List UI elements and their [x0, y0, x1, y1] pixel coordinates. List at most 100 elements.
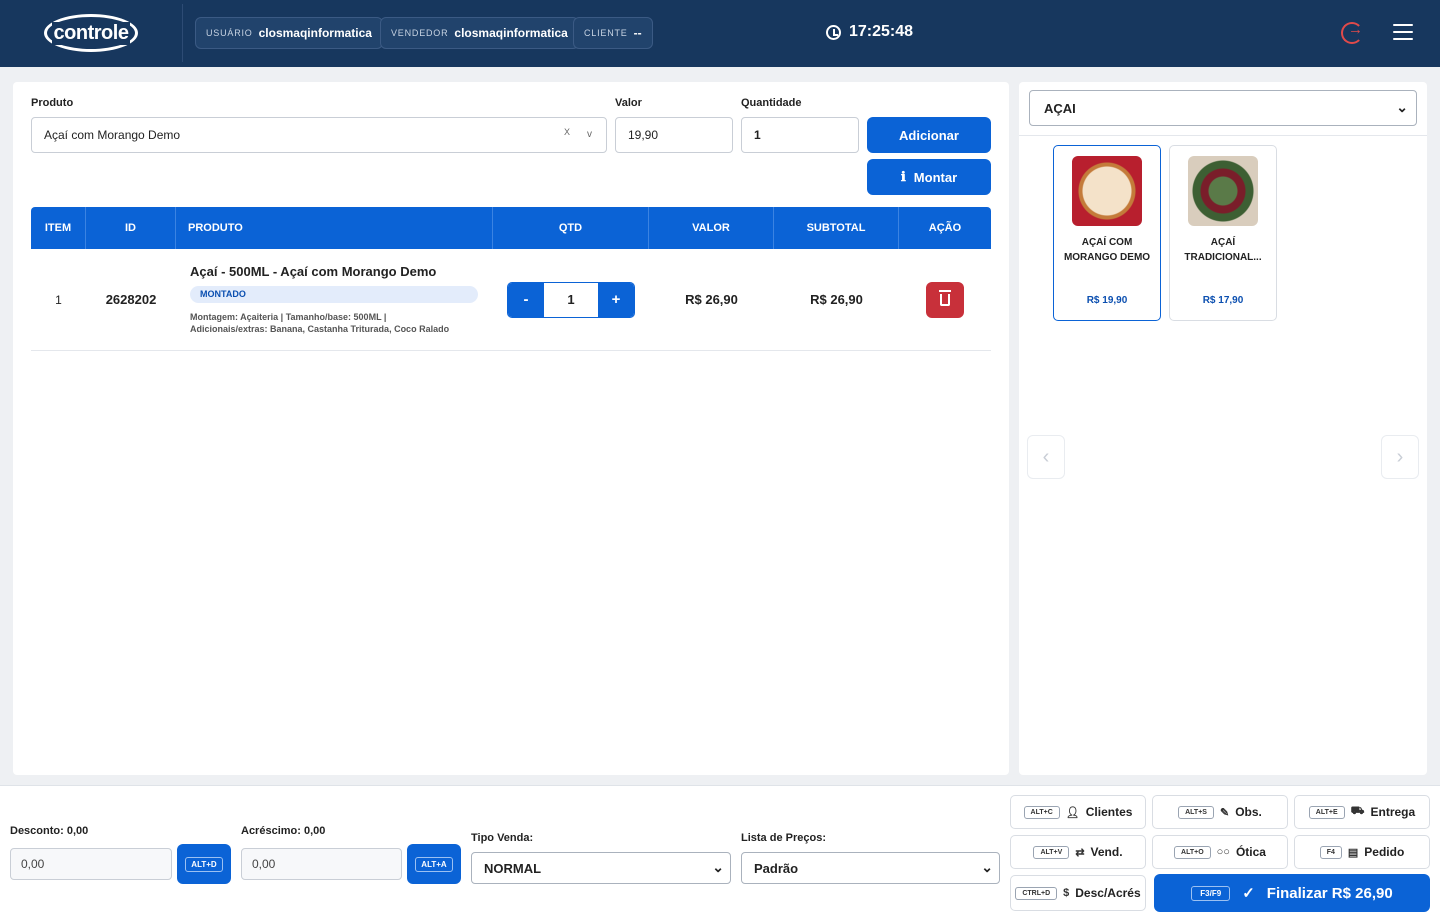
addition-label: Acréscimo: 0,00: [241, 825, 326, 837]
order-label: Pedido: [1364, 845, 1405, 859]
decrement-button[interactable]: -: [508, 282, 544, 317]
chevron-left-icon[interactable]: ‹: [1027, 435, 1065, 479]
seller-label: Vend.: [1090, 845, 1123, 859]
document-icon: ▤: [1347, 846, 1359, 859]
addition-button[interactable]: ALT+A: [407, 844, 461, 884]
sale-type-label: Tipo Venda:: [471, 832, 534, 844]
delivery-label: Entrega: [1370, 805, 1416, 819]
check-icon: ✓: [1242, 885, 1255, 902]
row-action: [899, 249, 991, 350]
row-value: R$ 26,90: [685, 292, 738, 307]
user-chip-key: USUÁRIO: [206, 28, 253, 38]
glasses-icon: ○○: [1216, 846, 1230, 858]
product-card-name: AÇAÍ COM MORANGO DEMO: [1063, 237, 1151, 263]
notes-button[interactable]: ALT+S ✎ Obs.: [1152, 795, 1288, 829]
clock-icon: [826, 24, 841, 40]
value-input[interactable]: 19,90: [615, 117, 733, 153]
quantity-label: Quantidade: [741, 97, 802, 109]
logout-icon[interactable]: [1341, 21, 1363, 44]
table-header: ITEM ID PRODUTO QTD VALOR SUBTOTAL AÇÃO: [31, 207, 991, 249]
increment-button[interactable]: +: [598, 282, 634, 317]
chevron-down-icon: ⌄: [712, 859, 724, 875]
col-qty: QTD: [493, 207, 649, 249]
product-label: Produto: [31, 97, 74, 109]
swap-icon: ⇄: [1075, 846, 1085, 859]
finalize-label: Finalizar R$ 26,90: [1266, 884, 1393, 902]
add-button[interactable]: Adicionar: [867, 117, 991, 153]
build-button-label: Montar: [913, 169, 958, 185]
col-product: PRODUTO: [176, 207, 493, 249]
optics-key: ALT+O: [1174, 845, 1211, 859]
quantity-stepper: - 1 +: [507, 281, 635, 318]
notes-key: ALT+S: [1178, 805, 1214, 819]
row-product-desc-line2: Adicionais/extras: Banana, Castanha Trit…: [190, 324, 450, 334]
clients-button[interactable]: ALT+C 👤︎ Clientes: [1010, 795, 1146, 829]
price-list-select[interactable]: Padrão ⌄: [741, 852, 1000, 884]
optics-button[interactable]: ALT+O ○○ Ótica: [1152, 835, 1288, 869]
chevron-right-icon[interactable]: ›: [1381, 435, 1419, 479]
optics-label: Ótica: [1235, 845, 1266, 859]
seller-key: ALT+V: [1033, 845, 1070, 859]
checkout-bar: Desconto: 0,00 0,00 ALT+D Acréscimo: 0,0…: [0, 785, 1440, 920]
clock-time: 17:25:48: [849, 23, 914, 40]
price-list-value: Padrão: [754, 860, 799, 876]
hamburger-menu-icon[interactable]: [1393, 24, 1413, 42]
user-icon: 👤︎: [1065, 806, 1080, 819]
product-image: [1188, 156, 1258, 226]
col-item: ITEM: [31, 207, 86, 249]
catalog-panel: AÇAI ⌄ AÇAÍ COM MORANGO DEMO R$ 19,90 AÇ…: [1019, 82, 1427, 775]
product-card-price: R$ 19,90: [1086, 295, 1128, 306]
addition-input[interactable]: 0,00: [241, 848, 402, 880]
sale-type-select[interactable]: NORMAL ⌄: [471, 852, 731, 884]
seller-chip[interactable]: VENDEDOR closmaqinformatica: [380, 17, 579, 49]
user-chip[interactable]: USUÁRIO closmaqinformatica: [195, 17, 383, 49]
col-subtotal: SUBTOTAL: [774, 207, 899, 249]
brand-logo[interactable]: controle: [44, 14, 138, 52]
chevron-down-icon[interactable]: v: [587, 129, 592, 140]
chevron-down-icon: ⌄: [981, 859, 993, 875]
discount-button[interactable]: ALT+D: [177, 844, 231, 884]
discount-input[interactable]: 0,00: [10, 848, 172, 880]
brand-logo-text: controle: [51, 21, 131, 45]
pencil-icon: ✎: [1219, 806, 1230, 819]
finalize-key: F3/F9: [1191, 885, 1231, 901]
category-select[interactable]: AÇAI ⌄: [1029, 90, 1417, 126]
row-product-desc: Montagem: Açaiteria | Tamanho/base: 500M…: [190, 311, 449, 335]
row-item: 1: [55, 292, 62, 307]
notes-label: Obs.: [1235, 805, 1262, 819]
row-subtotal: R$ 26,90: [810, 292, 863, 307]
clients-label: Clientes: [1085, 805, 1133, 819]
quantity-input[interactable]: 1: [741, 117, 859, 153]
discount-addition-button[interactable]: CTRL+D $ Desc/Acrés: [1010, 875, 1146, 911]
trash-icon: [939, 289, 951, 306]
seller-chip-value: closmaqinformatica: [454, 26, 568, 40]
stepper-value[interactable]: 1: [544, 283, 598, 317]
delete-button[interactable]: [926, 281, 964, 318]
seller-button[interactable]: ALT+V ⇄ Vend.: [1010, 835, 1146, 869]
product-card[interactable]: AÇAÍ TRADICIONAL... R$ 17,90: [1169, 145, 1277, 321]
order-key: F4: [1319, 845, 1342, 859]
product-card[interactable]: AÇAÍ COM MORANGO DEMO R$ 19,90: [1053, 145, 1161, 321]
row-id: 2628202: [105, 292, 157, 307]
chevron-down-icon: ⌄: [1396, 99, 1408, 115]
status-badge: MONTADO: [190, 286, 478, 303]
client-chip-key: CLIENTE: [584, 28, 628, 38]
addition-input-text: 0,00: [252, 857, 276, 871]
finalize-button[interactable]: F3/F9 ✓ Finalizar R$ 26,90: [1154, 874, 1430, 912]
truck-icon: ⛟: [1350, 805, 1365, 817]
discount-key: ALT+D: [185, 856, 223, 872]
build-button[interactable]: ℹ︎ Montar: [867, 159, 991, 195]
product-select[interactable]: Açaí com Morango Demo X v: [31, 117, 607, 153]
row-product-desc-line1: Montagem: Açaiteria | Tamanho/base: 500M…: [190, 312, 387, 322]
order-panel: Produto Açaí com Morango Demo X v Valor …: [13, 82, 1009, 775]
seller-chip-key: VENDEDOR: [391, 28, 449, 38]
client-chip[interactable]: CLIENTE --: [573, 17, 653, 49]
delivery-button[interactable]: ALT+E ⛟ Entrega: [1294, 795, 1430, 829]
items-table: ITEM ID PRODUTO QTD VALOR SUBTOTAL AÇÃO …: [31, 207, 991, 351]
table-row: 1 2628202 Açaí - 500ML - Açaí com Morang…: [31, 249, 991, 351]
clear-icon[interactable]: X: [564, 127, 570, 137]
product-select-value: Açaí com Morango Demo: [44, 128, 181, 142]
order-button[interactable]: F4 ▤ Pedido: [1294, 835, 1430, 869]
value-label: Valor: [615, 97, 642, 109]
delivery-key: ALT+E: [1308, 805, 1345, 819]
